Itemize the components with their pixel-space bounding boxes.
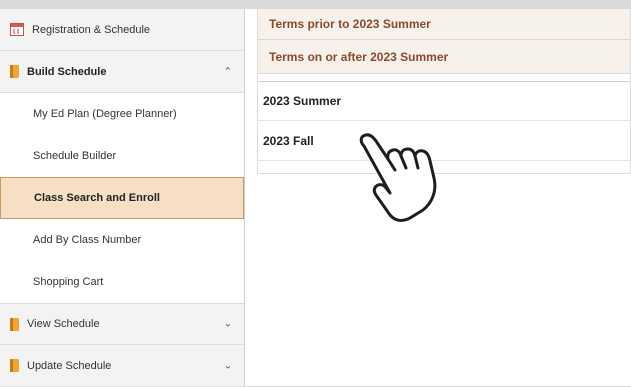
sidebar-section-registration-schedule[interactable]: Registration & Schedule [0,9,244,51]
sidebar-item-label: My Ed Plan (Degree Planner) [33,108,177,120]
chevron-down-icon[interactable]: ⌄ [224,319,232,330]
sidebar-item-shopping-cart[interactable]: Shopping Cart [0,261,244,303]
term-label: 2023 Summer [263,94,342,108]
book-icon [10,65,19,78]
sidebar-item-label: Add By Class Number [33,234,142,246]
term-group-prior[interactable]: Terms prior to 2023 Summer [258,9,630,40]
sidebar-section-label: Build Schedule [27,65,107,78]
term-label: 2023 Fall [263,133,314,148]
sidebar-item-my-ed-plan[interactable]: My Ed Plan (Degree Planner) [0,93,244,135]
sidebar-item-label: Class Search and Enroll [34,192,160,204]
chevron-down-icon[interactable]: ⌄ [224,360,232,371]
sidebar-section-build-schedule[interactable]: Build Schedule ⌃ [0,51,244,93]
sidebar-item-label: Schedule Builder [33,150,117,162]
chevron-up-icon[interactable]: ⌃ [224,66,232,77]
sidebar-section-label: Registration & Schedule [32,23,151,36]
pointing-hand-cursor-icon [359,133,437,222]
sidebar-section-update-schedule[interactable]: Update Schedule ⌄ [0,345,244,387]
sidebar-item-label: Shopping Cart [33,276,104,288]
calendar-icon [10,23,24,36]
sidebar-section-view-schedule[interactable]: View Schedule ⌄ [0,303,244,345]
sidebar-section-label: Update Schedule [27,359,112,372]
sidebar: Registration & Schedule Build Schedule ⌃… [0,9,245,387]
term-group-label: Terms prior to 2023 Summer [269,17,431,31]
book-icon [10,317,19,331]
term-group-after[interactable]: Terms on or after 2023 Summer [258,40,630,74]
top-bar [0,0,631,9]
book-icon [10,359,19,372]
sidebar-item-schedule-builder[interactable]: Schedule Builder [0,135,244,177]
term-group-label: Terms on or after 2023 Summer [269,49,449,64]
term-row-2023-summer[interactable]: 2023 Summer [258,81,630,121]
sidebar-item-class-search-enroll[interactable]: Class Search and Enroll [0,177,244,219]
sidebar-item-add-by-class-number[interactable]: Add By Class Number [0,219,244,261]
sidebar-section-label: View Schedule [27,318,100,330]
